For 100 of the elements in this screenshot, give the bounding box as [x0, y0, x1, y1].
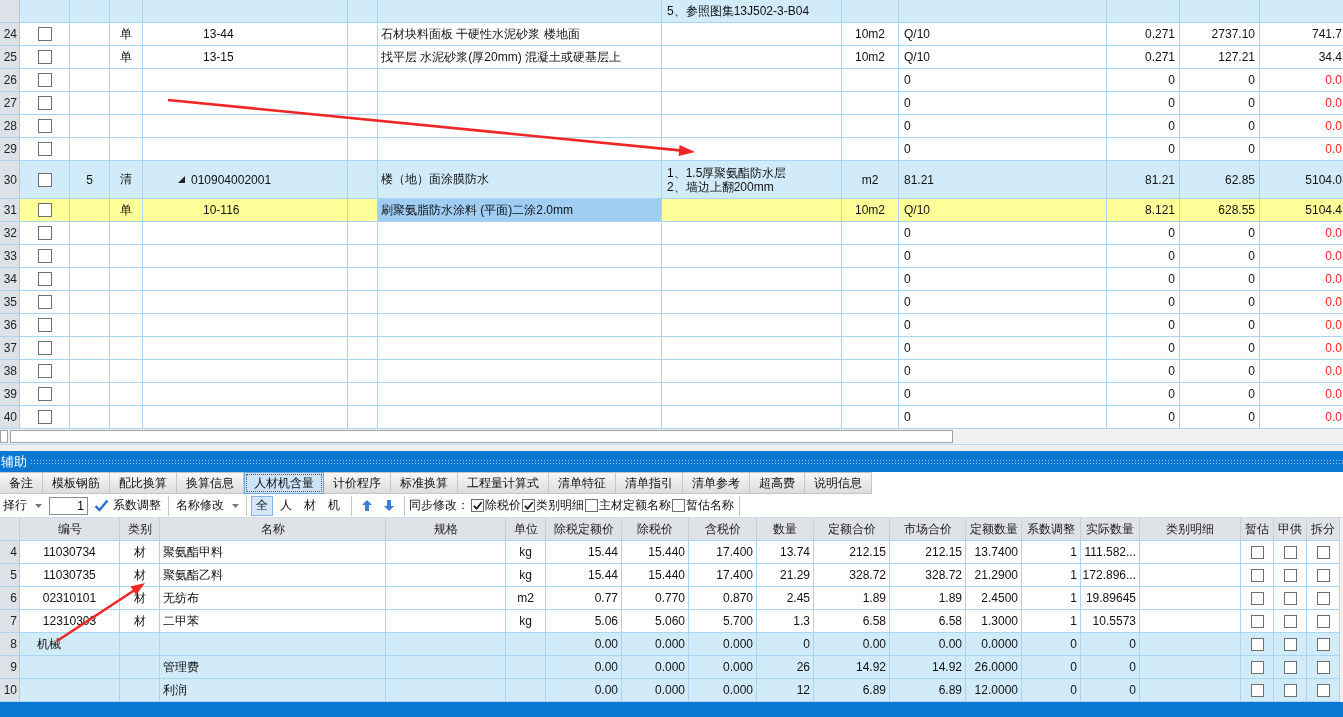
checkbox[interactable] — [37, 96, 52, 110]
table-row[interactable]: 5 11030735 材 聚氨酯乙料 kg 15.44 15.440 17.400 21.29 328.72 328.72 21.2900 1 172.896... — [0, 564, 1340, 587]
checkbox-label[interactable]: 除税价 — [485, 497, 521, 514]
column-header[interactable]: 系数调整 — [1022, 518, 1081, 540]
column-header[interactable]: 类别明细 — [1140, 518, 1241, 540]
table-row[interactable]: 24 单 13-44 石材块料面板 干硬性水泥砂浆 楼地面 10m2 Q/10 0.271 2737.10 741.7 — [0, 23, 1343, 46]
table-row[interactable]: 8 机械 0.00 0.000 0.000 0 0.00 0.00 0.0000 0 0 — [0, 633, 1340, 656]
checkbox[interactable] — [1283, 660, 1297, 674]
checkbox[interactable] — [672, 499, 685, 512]
column-header[interactable]: 类别 — [120, 518, 160, 540]
checkbox[interactable] — [1316, 614, 1330, 628]
tab[interactable]: 清单参考 — [683, 472, 750, 494]
column-header[interactable]: 编号 — [20, 518, 120, 540]
tab[interactable]: 配比换算 — [110, 472, 177, 494]
checkbox[interactable] — [522, 499, 535, 512]
checkbox[interactable] — [37, 249, 52, 263]
column-header[interactable]: 暂估 — [1241, 518, 1274, 540]
table-row[interactable]: 28 0 0 0 0.0 — [0, 115, 1343, 138]
table-row[interactable]: 4 11030734 材 聚氨酯甲料 kg 15.44 15.440 17.400 13.74 212.15 212.15 13.7400 1 111.582... — [0, 541, 1340, 564]
checkbox[interactable] — [37, 73, 52, 87]
checkbox[interactable] — [471, 499, 484, 512]
column-header[interactable]: 含税价 — [689, 518, 757, 540]
checkbox[interactable] — [37, 387, 52, 401]
rename-dropdown[interactable]: 名称修改 — [173, 495, 242, 516]
checkbox[interactable] — [1250, 591, 1264, 605]
column-header[interactable]: 市场合价 — [890, 518, 966, 540]
table-row[interactable]: 38 0 0 0 0.0 — [0, 360, 1343, 383]
checkbox[interactable] — [1316, 545, 1330, 559]
checkbox-label[interactable]: 主材定额名称 — [599, 497, 671, 514]
table-row[interactable]: 33 0 0 0 0.0 — [0, 245, 1343, 268]
tab[interactable]: 模板钢筋 — [43, 472, 110, 494]
tab[interactable]: 清单特征 — [549, 472, 616, 494]
filter-button[interactable]: 材 — [299, 495, 321, 516]
expanded-triangle-icon[interactable] — [178, 176, 185, 183]
column-header[interactable]: 除税定额价 — [546, 518, 622, 540]
horizontal-scrollbar[interactable] — [0, 429, 953, 444]
checkbox[interactable] — [1283, 568, 1297, 582]
table-row[interactable]: 26 0 0 0 0.0 — [0, 69, 1343, 92]
tab[interactable]: 超高费 — [750, 472, 805, 494]
checkbox[interactable] — [37, 295, 52, 309]
table-row[interactable]: 37 0 0 0 0.0 — [0, 337, 1343, 360]
checkbox[interactable] — [1316, 637, 1330, 651]
table-row[interactable]: 29 0 0 0 0.0 — [0, 138, 1343, 161]
table-row[interactable]: 31 单 10-116 刷聚氨脂防水涂料 (平面)二涂2.0mm 10m2 Q/10 8.121 628.55 5104.4 — [0, 199, 1343, 222]
table-row[interactable]: 27 0 0 0 0.0 — [0, 92, 1343, 115]
row-select-dropdown[interactable]: 择行 — [0, 495, 45, 516]
checkbox[interactable] — [37, 364, 52, 378]
checkbox[interactable] — [37, 119, 52, 133]
tab[interactable]: 标准换算 — [391, 472, 458, 494]
table-row[interactable]: 30 5 清 010904002001 楼（地）面涂膜防水 1、1.5厚聚氨酯防水层 2、墙边上翻200mm m2 81.21 81.21 62.85 5104.0 — [0, 161, 1343, 199]
filter-button[interactable]: 全 — [251, 495, 273, 516]
table-row[interactable]: 32 0 0 0 0.0 — [0, 222, 1343, 245]
tab[interactable]: 清单指引 — [616, 472, 683, 494]
checkbox[interactable] — [37, 410, 52, 424]
checkbox[interactable] — [1316, 591, 1330, 605]
table-row[interactable]: 9 管理费 0.00 0.000 0.000 26 14.92 14.92 26.0000 0 0 — [0, 656, 1340, 679]
checkbox[interactable] — [585, 499, 598, 512]
column-header[interactable]: 实际数量 — [1081, 518, 1140, 540]
number-field[interactable]: 1 — [49, 496, 88, 515]
checkbox[interactable] — [1283, 591, 1297, 605]
checkbox[interactable] — [1316, 660, 1330, 674]
checkbox[interactable] — [1283, 614, 1297, 628]
checkbox[interactable] — [1283, 683, 1297, 697]
coefficient-button[interactable]: 系数调整 — [91, 495, 164, 516]
column-header[interactable]: 定额合价 — [814, 518, 890, 540]
column-header[interactable]: 规格 — [386, 518, 506, 540]
tab[interactable]: 计价程序 — [324, 472, 391, 494]
table-row[interactable]: 25 单 13-15 找平层 水泥砂浆(厚20mm) 混凝土或硬基层上 10m2 Q/10 0.271 127.21 34.4 — [0, 46, 1343, 69]
checkbox[interactable] — [1250, 614, 1264, 628]
tab[interactable]: 说明信息 — [805, 472, 872, 494]
checkbox[interactable] — [37, 50, 52, 64]
checkbox[interactable] — [37, 27, 52, 41]
tab[interactable]: 备注 — [0, 472, 43, 494]
checkbox-label[interactable]: 类别明细 — [536, 497, 584, 514]
column-header[interactable]: 拆分 — [1307, 518, 1340, 540]
table-row[interactable]: 10 利润 0.00 0.000 0.000 12 6.89 6.89 12.0000 0 0 — [0, 679, 1340, 702]
table-row[interactable]: 35 0 0 0 0.0 — [0, 291, 1343, 314]
table-row[interactable]: 6 02310101 材 无纺布 m2 0.77 0.770 0.870 2.45 1.89 1.89 2.4500 1 19.89645 — [0, 587, 1340, 610]
checkbox-label[interactable]: 暂估名称 — [686, 497, 734, 514]
table-row[interactable]: 34 0 0 0 0.0 — [0, 268, 1343, 291]
column-header[interactable]: 名称 — [160, 518, 386, 540]
table-row[interactable]: 5、参照图集13J502-3-B04 — [0, 0, 1343, 23]
checkbox[interactable] — [37, 203, 52, 217]
column-header[interactable]: 数量 — [757, 518, 814, 540]
filter-button[interactable]: 机 — [323, 495, 345, 516]
checkbox[interactable] — [1316, 683, 1330, 697]
column-header[interactable]: 定额数量 — [966, 518, 1022, 540]
tab[interactable]: 工程量计算式 — [458, 472, 549, 494]
table-row[interactable]: 39 0 0 0 0.0 — [0, 383, 1343, 406]
checkbox[interactable] — [1283, 637, 1297, 651]
column-header[interactable]: 除税价 — [622, 518, 689, 540]
table-row[interactable]: 36 0 0 0 0.0 — [0, 314, 1343, 337]
column-header[interactable]: 单位 — [506, 518, 546, 540]
checkbox[interactable] — [37, 226, 52, 240]
filter-button[interactable]: 人 — [275, 495, 297, 516]
checkbox[interactable] — [37, 142, 52, 156]
table-row[interactable]: 40 0 0 0 0.0 — [0, 406, 1343, 429]
checkbox[interactable] — [1250, 683, 1264, 697]
checkbox[interactable] — [1316, 568, 1330, 582]
column-header[interactable]: 甲供 — [1274, 518, 1307, 540]
